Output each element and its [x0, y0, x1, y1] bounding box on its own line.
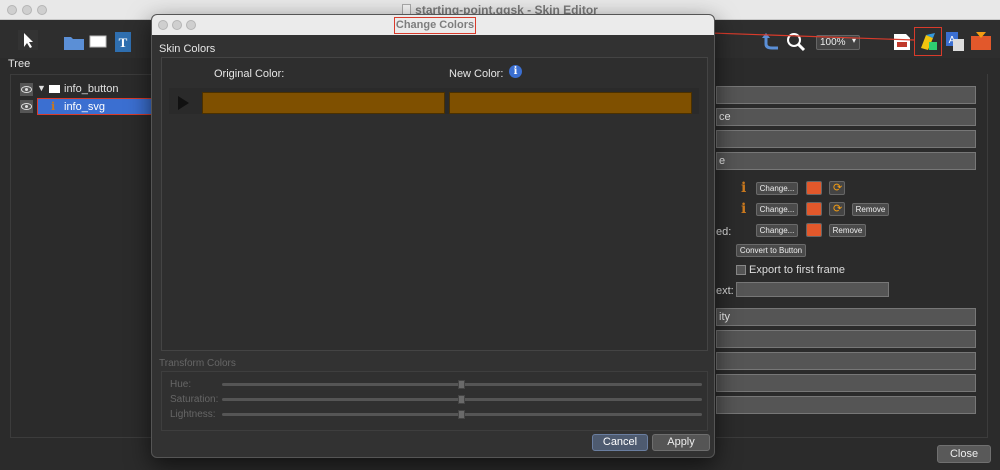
- translate-icon[interactable]: A: [946, 32, 964, 52]
- saturation-label: Saturation:: [170, 394, 219, 405]
- lightness-slider-thumb[interactable]: [458, 410, 465, 419]
- property-label: ext:: [716, 285, 734, 297]
- eye-icon[interactable]: [20, 83, 33, 96]
- property-field[interactable]: e: [716, 152, 976, 170]
- hue-slider[interactable]: [222, 380, 702, 389]
- edit-image-icon[interactable]: [806, 202, 822, 216]
- property-field[interactable]: [716, 130, 976, 148]
- hue-slider-thumb[interactable]: [458, 380, 465, 389]
- edit-image-icon[interactable]: [806, 223, 822, 237]
- lightness-label: Lightness:: [170, 409, 216, 420]
- tree-item-label: info_svg: [64, 101, 105, 113]
- tree-item-info-svg[interactable]: i info_svg: [17, 98, 152, 115]
- change-button[interactable]: Change...: [756, 182, 798, 195]
- skin-colors-icon: [921, 33, 937, 50]
- zoom-dialog-icon[interactable]: [186, 20, 196, 30]
- cancel-button[interactable]: Cancel: [592, 434, 648, 451]
- tree-label: Tree: [8, 58, 31, 70]
- saturation-slider[interactable]: [222, 395, 702, 404]
- folder-icon[interactable]: [64, 34, 84, 50]
- property-field[interactable]: [716, 86, 976, 104]
- property-label: ed:: [716, 226, 732, 238]
- info-svg-icon: i: [741, 180, 747, 196]
- triangle-down-icon[interactable]: ▼: [37, 83, 46, 93]
- text-field[interactable]: [736, 282, 889, 297]
- property-field[interactable]: ity: [716, 308, 976, 326]
- info-svg-icon: i: [741, 201, 747, 217]
- saturation-slider-thumb[interactable]: [458, 395, 465, 404]
- new-color-swatch[interactable]: [449, 92, 692, 114]
- color-row[interactable]: [169, 88, 699, 114]
- original-color-swatch: [202, 92, 445, 114]
- minimize-dialog-icon[interactable]: [172, 20, 182, 30]
- tree-panel: ▼ info_button i info_svg: [10, 74, 155, 438]
- new-color-header: New Color:: [449, 68, 504, 80]
- remove-button[interactable]: Remove: [852, 203, 889, 216]
- transform-colors-group: Hue: Saturation: Lightness:: [161, 371, 708, 431]
- rectangle-icon: [49, 85, 60, 93]
- property-field[interactable]: [716, 396, 976, 414]
- text-icon[interactable]: T: [115, 32, 131, 52]
- hue-label: Hue:: [170, 379, 192, 390]
- info-svg-icon: i: [51, 100, 56, 113]
- lightness-slider[interactable]: [222, 410, 702, 419]
- refresh-icon[interactable]: ⟳: [829, 202, 845, 216]
- svg-text:T: T: [119, 35, 128, 50]
- selected-row-highlight: i info_svg: [37, 98, 152, 115]
- property-field[interactable]: [716, 374, 976, 392]
- refresh-icon[interactable]: ⟳: [829, 181, 845, 195]
- export-first-frame-label: Export to first frame: [749, 264, 845, 276]
- transform-colors-label: Transform Colors: [159, 358, 236, 369]
- skin-colors-list: Original Color: New Color: i: [161, 57, 708, 351]
- export-first-frame-checkbox[interactable]: [736, 265, 746, 275]
- change-button[interactable]: Change...: [756, 203, 798, 216]
- info-icon[interactable]: i: [509, 65, 522, 78]
- close-dialog-icon[interactable]: [158, 20, 168, 30]
- pointer-icon[interactable]: [18, 30, 38, 50]
- remove-button[interactable]: Remove: [829, 224, 866, 237]
- edit-image-icon[interactable]: [806, 181, 822, 195]
- play-icon[interactable]: [178, 96, 189, 110]
- close-button[interactable]: Close: [937, 445, 991, 463]
- original-color-header: Original Color:: [214, 68, 285, 80]
- eye-icon[interactable]: [20, 100, 33, 113]
- export-icon[interactable]: [971, 32, 991, 52]
- apply-button[interactable]: Apply: [652, 434, 710, 451]
- dialog-title: Change Colors: [394, 17, 476, 34]
- change-colors-dialog: Change Colors Skin Colors Original Color…: [151, 14, 715, 458]
- property-field[interactable]: [716, 330, 976, 348]
- change-button[interactable]: Change...: [756, 224, 798, 237]
- tree-item-label: info_button: [64, 83, 119, 95]
- skin-colors-label: Skin Colors: [159, 43, 216, 55]
- property-field[interactable]: [716, 352, 976, 370]
- property-field[interactable]: ce: [716, 108, 976, 126]
- convert-to-button[interactable]: Convert to Button: [736, 244, 806, 257]
- dialog-titlebar: Change Colors: [152, 15, 714, 35]
- rectangle-icon[interactable]: [89, 35, 107, 48]
- tree-item-info-button[interactable]: ▼ info_button: [17, 82, 151, 97]
